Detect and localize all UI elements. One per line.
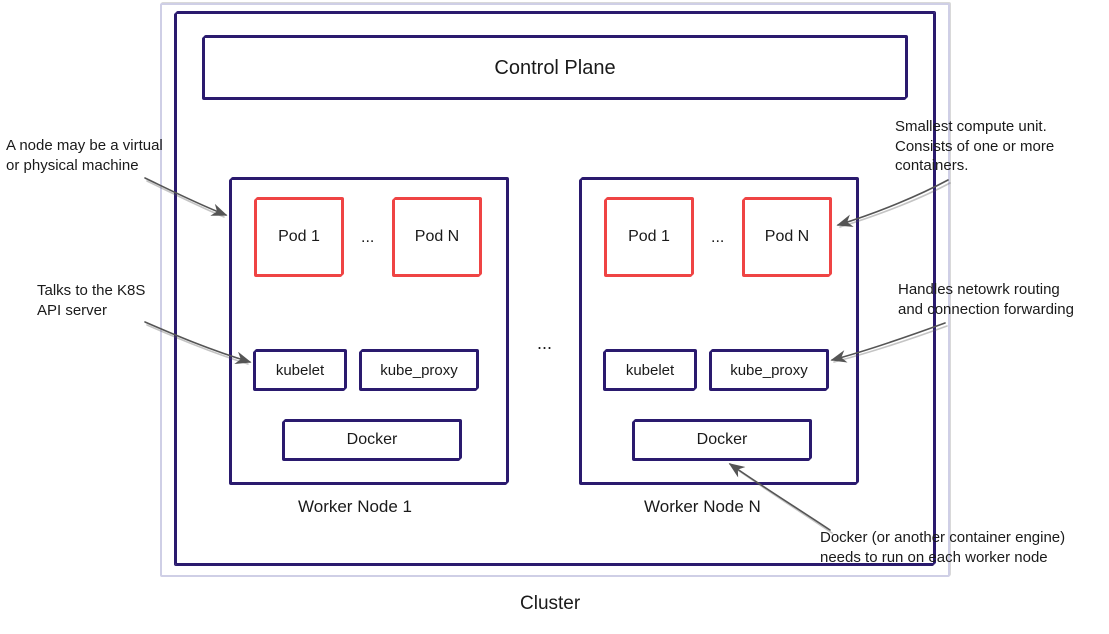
wn1-kubeproxy-label: kube_proxy <box>380 362 458 379</box>
worker-node-1-title: Worker Node 1 <box>298 496 412 518</box>
cluster-title: Cluster <box>520 592 580 617</box>
wnn-kubelet-label: kubelet <box>626 362 674 379</box>
wn1-kubelet-label: kubelet <box>276 362 324 379</box>
wn1-docker: Docker <box>283 420 461 460</box>
wn1-pods-ellipsis: ... <box>361 228 374 249</box>
wn1-docker-label: Docker <box>347 431 398 449</box>
control-plane-label: Control Plane <box>494 55 615 81</box>
annotation-kubelet: Talks to the K8S API server <box>37 281 145 320</box>
wnn-kubeproxy-label: kube_proxy <box>730 362 808 379</box>
annotation-docker: Docker (or another container engine) nee… <box>820 528 1065 567</box>
wnn-pod-1-label: Pod 1 <box>628 228 670 246</box>
wn1-kubelet: kubelet <box>254 350 346 390</box>
wn1-pod-1-label: Pod 1 <box>278 228 320 246</box>
annotation-node: A node may be a virtual or physical mach… <box>6 136 163 175</box>
wnn-pod-n-label: Pod N <box>765 228 809 246</box>
wn1-pod-n: Pod N <box>393 198 481 276</box>
annotation-pod: Smallest compute unit. Consists of one o… <box>895 117 1054 176</box>
wnn-pod-n: Pod N <box>743 198 831 276</box>
wn1-kubeproxy: kube_proxy <box>360 350 478 390</box>
annotation-kubeproxy: Handles netowrk routing and connection f… <box>898 280 1074 319</box>
diagram-canvas: Cluster Control Plane Worker Node 1 Pod … <box>0 0 1109 634</box>
control-plane-box: Control Plane <box>203 36 907 99</box>
wn1-pod-n-label: Pod N <box>415 228 459 246</box>
wnn-docker: Docker <box>633 420 811 460</box>
wnn-kubeproxy: kube_proxy <box>710 350 828 390</box>
wn1-pod-1: Pod 1 <box>255 198 343 276</box>
wnn-docker-label: Docker <box>697 431 748 449</box>
wnn-pod-1: Pod 1 <box>605 198 693 276</box>
wnn-pods-ellipsis: ... <box>711 228 724 249</box>
wnn-kubelet: kubelet <box>604 350 696 390</box>
worker-node-n-title: Worker Node N <box>644 496 761 518</box>
workers-ellipsis: ... <box>537 332 552 355</box>
